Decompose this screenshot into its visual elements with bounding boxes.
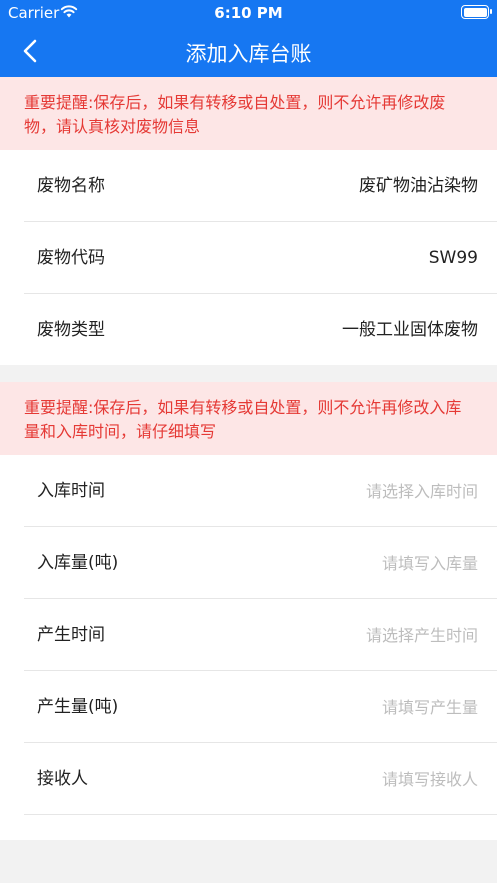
alert-waste-info: 重要提醒:保存后，如果有转移或自处置，则不允许再修改废物，请认真核对废物信息 bbox=[0, 77, 497, 150]
waste-name-value: 废矿物油沾染物 bbox=[359, 176, 478, 196]
waste-name-label: 废物名称 bbox=[37, 176, 105, 196]
page-title: 添加入库台账 bbox=[185, 42, 312, 66]
generation-time-label: 产生时间 bbox=[37, 625, 105, 645]
navigation-bar: 添加入库台账 bbox=[0, 26, 497, 77]
storage-quantity-row: 入库量(吨) bbox=[24, 527, 497, 599]
storage-quantity-label: 入库量(吨) bbox=[37, 553, 119, 573]
generation-time-row[interactable]: 产生时间 bbox=[24, 599, 497, 671]
waste-code-row: 废物代码 SW99 bbox=[24, 222, 497, 294]
battery-icon bbox=[461, 5, 492, 19]
storage-time-picker[interactable] bbox=[238, 475, 478, 507]
storage-time-label: 入库时间 bbox=[37, 481, 105, 501]
receiver-input[interactable] bbox=[238, 763, 478, 795]
storage-quantity-input[interactable] bbox=[238, 547, 478, 579]
status-bar: Carrier 6:10 PM bbox=[0, 0, 497, 26]
top-bar: Carrier 6:10 PM 添加入库台账 bbox=[0, 0, 497, 77]
alert-storage-info: 重要提醒:保存后，如果有转移或自处置，则不允许再修改入库量和入库时间，请仔细填写 bbox=[0, 382, 497, 455]
waste-type-value: 一般工业固体废物 bbox=[342, 320, 478, 340]
generation-quantity-row: 产生量(吨) bbox=[24, 671, 497, 743]
generation-quantity-label: 产生量(吨) bbox=[37, 697, 119, 717]
clock: 6:10 PM bbox=[214, 4, 283, 22]
waste-code-value: SW99 bbox=[428, 248, 478, 268]
receiver-label: 接收人 bbox=[37, 769, 88, 789]
waste-name-row: 废物名称 废矿物油沾染物 bbox=[24, 150, 497, 222]
waste-info-group: 废物名称 废矿物油沾染物 废物代码 SW99 废物类型 一般工业固体废物 bbox=[0, 150, 497, 365]
storage-form: 入库时间 入库量(吨) 产生时间 产生量(吨) 接收人 bbox=[0, 455, 497, 840]
storage-time-row[interactable]: 入库时间 bbox=[24, 455, 497, 527]
receiver-row: 接收人 bbox=[24, 743, 497, 815]
generation-quantity-input[interactable] bbox=[238, 691, 478, 723]
waste-type-label: 废物类型 bbox=[37, 320, 105, 340]
generation-time-picker[interactable] bbox=[238, 619, 478, 651]
waste-code-label: 废物代码 bbox=[37, 248, 105, 268]
waste-type-row: 废物类型 一般工业固体废物 bbox=[24, 294, 497, 366]
